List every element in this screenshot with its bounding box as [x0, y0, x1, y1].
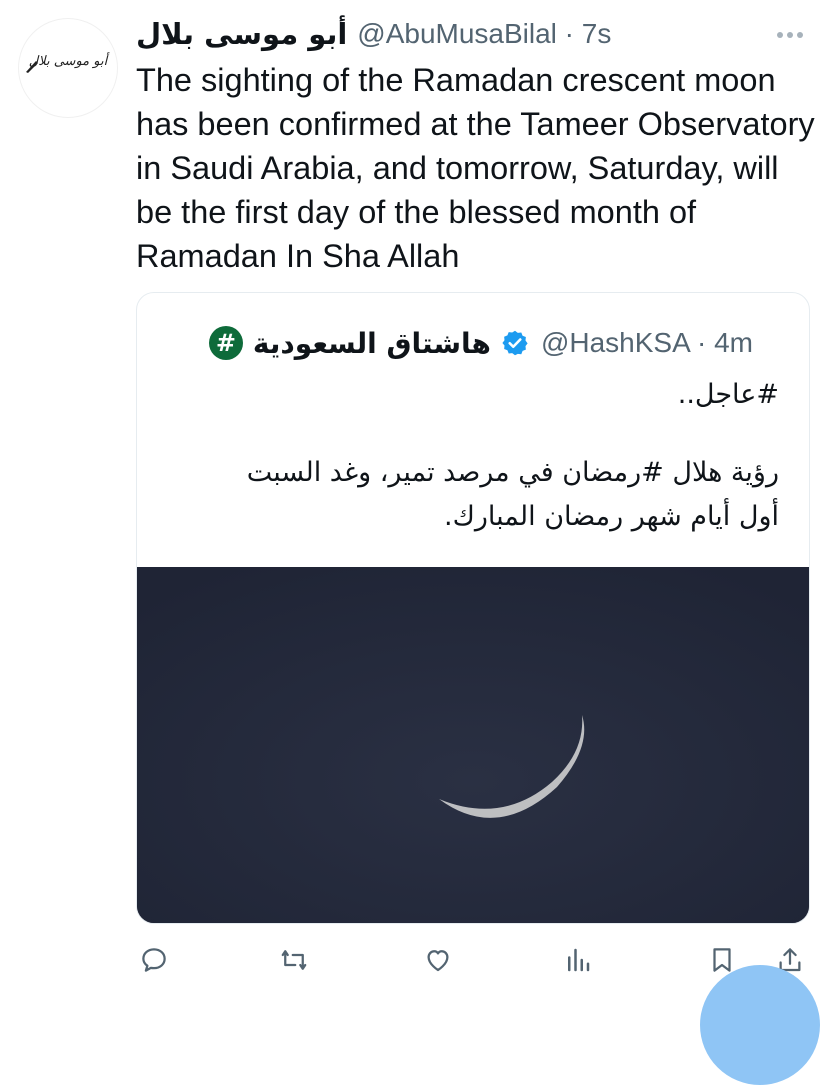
crescent-moon-image[interactable] — [137, 567, 809, 923]
crescent-moon-graphic — [137, 567, 809, 923]
avatar-signature: أبو موسى بلال — [28, 54, 108, 69]
tweet-text: The sighting of the Ramadan crescent moo… — [136, 62, 815, 274]
quote-avatar[interactable]: # — [208, 326, 243, 360]
retweet-icon[interactable] — [276, 940, 312, 980]
quote-line-1: #عاجل.. — [677, 379, 779, 410]
tweet-header: أبو موسى بلال @AbuMusaBilal · 7s — [136, 14, 611, 54]
quote-header: # هاشتاق السعودية @HashKSA · 4m — [208, 321, 753, 365]
quote-line-2: رؤية هلال #رمضان في مرصد تمير، وغد السبت — [246, 457, 779, 488]
display-name[interactable]: أبو موسى بلال — [136, 17, 347, 51]
quote-text: #عاجل.. رؤية هلال #رمضان في مرصد تمير، و… — [159, 373, 779, 539]
more-options-icon[interactable] — [770, 20, 810, 50]
quote-handle-and-time[interactable]: @HashKSA · 4m — [541, 327, 753, 359]
verified-badge-icon — [502, 330, 528, 356]
avatar[interactable]: أبو موسى بلال — [18, 18, 118, 118]
views-icon[interactable] — [560, 940, 596, 980]
quoted-tweet[interactable]: # هاشتاق السعودية @HashKSA · 4m #عاجل.. … — [136, 292, 810, 924]
reply-icon[interactable] — [136, 940, 172, 980]
quote-display-name[interactable]: هاشتاق السعودية — [253, 327, 491, 360]
compose-button[interactable] — [700, 965, 820, 1085]
like-icon[interactable] — [420, 940, 456, 980]
quote-line-3: أول أيام شهر رمضان المبارك. — [444, 501, 779, 532]
handle-and-time[interactable]: @AbuMusaBilal · 7s — [357, 18, 611, 50]
action-bar — [136, 940, 808, 984]
